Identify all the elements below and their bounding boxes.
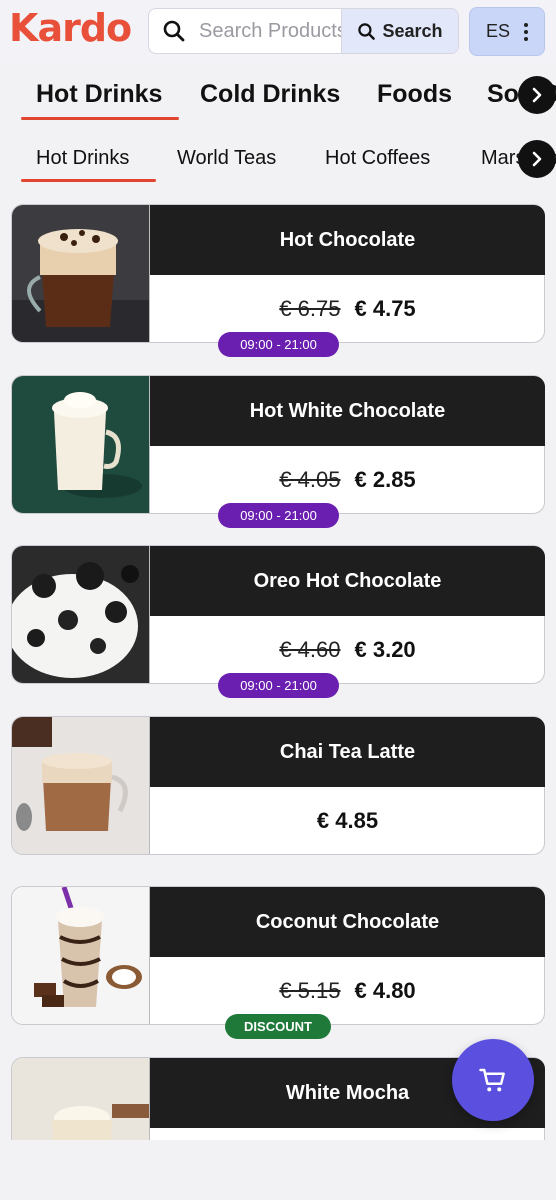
search-button[interactable]: Search xyxy=(341,9,458,53)
subtabs-scroll-right-button[interactable] xyxy=(518,140,556,178)
current-price: € 4.85 xyxy=(316,807,379,833)
search-icon xyxy=(149,9,199,53)
current-price: € 4.80 xyxy=(354,977,416,1003)
tab-cold-drinks[interactable]: Cold Drinks xyxy=(200,80,340,109)
current-price: € 3.20 xyxy=(354,636,416,662)
tabs-scroll-right-button[interactable] xyxy=(518,76,556,114)
search-input[interactable] xyxy=(199,9,341,53)
price-row: € 4.85 xyxy=(150,787,545,854)
product-image-coconut-chocolate xyxy=(12,887,150,1024)
tab-foods[interactable]: Foods xyxy=(377,80,452,109)
search-button-label: Search xyxy=(382,20,443,41)
original-price: € 5.15 xyxy=(279,977,341,1003)
tab-hot-drinks[interactable]: Hot Drinks xyxy=(36,80,162,109)
product-card[interactable]: Hot White Chocolate € 4.05 € 2.85 09:00 … xyxy=(11,375,545,528)
original-price: € 4.05 xyxy=(279,466,341,492)
price-row: € 4.60 € 3.20 xyxy=(150,616,545,683)
current-price: € 4.75 xyxy=(354,295,416,321)
cart-button[interactable] xyxy=(452,1039,534,1121)
product-card[interactable]: Coconut Chocolate € 5.15 € 4.80 DISCOUNT xyxy=(11,886,545,1039)
availability-badge: 09:00 - 21:00 xyxy=(218,332,339,357)
subtab-hot-coffees[interactable]: Hot Coffees xyxy=(325,147,430,170)
product-name: Oreo Hot Chocolate xyxy=(150,546,545,616)
subcategory-tabs: Hot Drinks World Teas Hot Coffees Marshm… xyxy=(0,136,556,186)
product-card[interactable]: Chai Tea Latte € 4.85 xyxy=(11,716,545,855)
subtab-hot-drinks[interactable]: Hot Drinks xyxy=(36,147,129,170)
price-row: € 4.05 € 2.85 xyxy=(150,446,545,513)
price-row: € 5.15 € 4.80 xyxy=(150,957,545,1024)
app-header: Kardo Search ES xyxy=(0,0,556,64)
search-bar: Search xyxy=(148,8,459,54)
active-tab-indicator xyxy=(21,117,179,120)
original-price: € 4.60 xyxy=(279,636,341,662)
discount-badge: DISCOUNT xyxy=(225,1014,331,1039)
search-icon xyxy=(358,22,376,40)
availability-badge: 09:00 - 21:00 xyxy=(218,503,339,528)
product-card[interactable]: Oreo Hot Chocolate € 4.60 € 3.20 09:00 -… xyxy=(11,545,545,698)
bottom-area xyxy=(0,1140,556,1200)
shopping-cart-icon xyxy=(479,1068,505,1092)
language-label: ES xyxy=(485,21,510,41)
app-logo[interactable]: Kardo xyxy=(9,6,132,50)
subtab-world-teas[interactable]: World Teas xyxy=(177,147,276,170)
product-name: Coconut Chocolate xyxy=(150,887,545,957)
chevron-right-icon xyxy=(532,151,542,167)
product-name: Chai Tea Latte xyxy=(150,717,545,787)
product-image-oreo-chocolate xyxy=(12,546,150,683)
product-image-white-chocolate xyxy=(12,376,150,513)
availability-badge: 09:00 - 21:00 xyxy=(218,673,339,698)
more-vertical-icon xyxy=(524,22,528,41)
product-image-hot-chocolate xyxy=(12,205,150,342)
product-name: Hot Chocolate xyxy=(150,205,545,275)
category-tabs: Hot Drinks Cold Drinks Foods Soft Drinks xyxy=(0,70,556,124)
product-image-chai-latte xyxy=(12,717,150,854)
current-price: € 2.85 xyxy=(354,466,416,492)
active-subtab-indicator xyxy=(21,179,156,182)
product-name: Hot White Chocolate xyxy=(150,376,545,446)
language-menu-button[interactable]: ES xyxy=(469,7,545,56)
price-row: € 6.75 € 4.75 xyxy=(150,275,545,342)
chevron-right-icon xyxy=(532,87,542,103)
original-price: € 6.75 xyxy=(279,295,341,321)
product-card[interactable]: Hot Chocolate € 6.75 € 4.75 09:00 - 21:0… xyxy=(11,204,545,357)
